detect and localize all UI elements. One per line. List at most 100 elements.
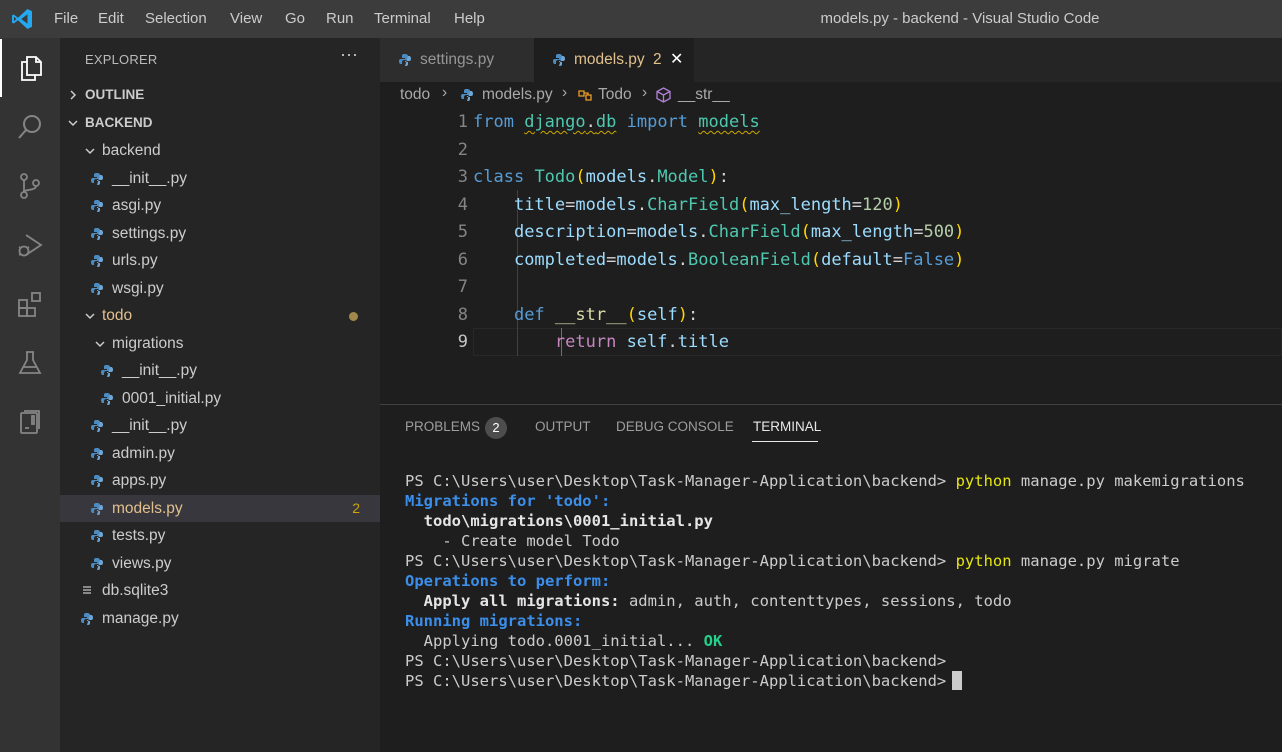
title-bar: File Edit Selection View Go Run Terminal… <box>0 0 1282 38</box>
tab-debug-console[interactable]: DEBUG CONSOLE <box>616 419 734 434</box>
python-file-icon <box>101 365 113 377</box>
tab-problems-badge: 2 <box>653 51 662 68</box>
extensions-icon[interactable] <box>0 275 60 333</box>
file-label: __init__.py <box>122 362 197 379</box>
prompt: PS C:\Users\user\Desktop\Task-Manager-Ap… <box>405 672 947 690</box>
python-file-icon <box>91 283 103 295</box>
code-line: from django.db import models <box>473 112 760 132</box>
line-number: 3 <box>457 167 468 187</box>
problems-badge: 2 <box>352 500 360 516</box>
menu-file[interactable]: File <box>54 0 78 38</box>
backend-section[interactable]: BACKEND <box>60 109 380 136</box>
file-models[interactable]: models.py 2 <box>60 495 380 522</box>
file-manage[interactable]: manage.py <box>60 605 380 632</box>
folder-label: backend <box>102 142 161 159</box>
method-symbol-icon <box>656 87 671 103</box>
code-editor[interactable]: 1 2 3 4 5 6 7 8 9 from django.db import … <box>380 108 1282 404</box>
close-icon[interactable]: ✕ <box>670 38 683 82</box>
problems-count-badge: 2 <box>485 417 507 439</box>
code-line: title=models.CharField(max_length=120) <box>513 195 904 215</box>
file-label: views.py <box>112 555 172 572</box>
line-number: 5 <box>457 222 468 242</box>
breadcrumb-folder[interactable]: todo <box>400 86 430 104</box>
breadcrumb-method[interactable]: __str__ <box>678 86 730 104</box>
terminal-line: Running migrations: <box>405 612 583 630</box>
file-admin[interactable]: admin.py <box>60 440 380 467</box>
menu-view[interactable]: View <box>230 0 262 38</box>
python-file-icon <box>553 54 565 66</box>
menu-terminal[interactable]: Terminal <box>374 0 431 38</box>
run-debug-icon[interactable] <box>0 216 60 274</box>
menu-edit[interactable]: Edit <box>98 0 124 38</box>
command-keyword: python <box>955 472 1012 490</box>
line-number: 8 <box>457 305 468 325</box>
file-label: 0001_initial.py <box>122 390 222 407</box>
file-settings[interactable]: settings.py <box>60 220 380 247</box>
file-init-todo[interactable]: __init__.py <box>60 412 380 439</box>
file-tests[interactable]: tests.py <box>60 522 380 549</box>
line-number: 1 <box>457 112 468 132</box>
explorer-sidebar: EXPLORER ··· OUTLINE BACKEND backend __i… <box>60 38 380 752</box>
testing-icon[interactable] <box>0 334 60 392</box>
file-asgi[interactable]: asgi.py <box>60 192 380 219</box>
tab-terminal[interactable]: TERMINAL <box>753 419 821 434</box>
terminal-line: Migrations for 'todo': <box>405 492 611 510</box>
python-file-icon <box>91 448 103 460</box>
file-urls[interactable]: urls.py <box>60 247 380 274</box>
folder-backend[interactable]: backend <box>60 137 380 164</box>
file-label: manage.py <box>102 610 179 627</box>
folder-todo[interactable]: todo <box>60 302 380 329</box>
folder-migrations[interactable]: migrations <box>60 330 380 357</box>
explorer-title: EXPLORER <box>85 52 158 67</box>
code-line: def __str__(self): <box>513 305 699 325</box>
tab-label: models.py <box>574 51 645 68</box>
file-views[interactable]: views.py <box>60 550 380 577</box>
line-number-current: 9 <box>457 332 468 352</box>
outline-section[interactable]: OUTLINE <box>60 81 380 108</box>
more-actions-icon[interactable]: ··· <box>340 44 358 65</box>
chevron-down-icon <box>92 330 108 357</box>
explorer-icon[interactable] <box>0 39 60 97</box>
python-file-icon <box>91 503 103 515</box>
menu-help[interactable]: Help <box>454 0 485 38</box>
chevron-right-icon <box>65 81 81 108</box>
tab-settings[interactable]: settings.py <box>380 38 534 82</box>
tab-output[interactable]: OUTPUT <box>535 419 591 434</box>
outline-label: OUTLINE <box>85 87 145 102</box>
terminal-line: Operations to perform: <box>405 572 611 590</box>
file-wsgi[interactable]: wsgi.py <box>60 275 380 302</box>
breadcrumb-class[interactable]: Todo <box>598 86 632 104</box>
chevron-down-icon <box>65 109 81 136</box>
chevron-right-icon: › <box>442 84 448 101</box>
python-file-icon <box>91 255 103 267</box>
file-0001-initial[interactable]: 0001_initial.py <box>60 385 380 412</box>
terminal-line: PS C:\Users\user\Desktop\Task-Manager-Ap… <box>405 652 947 670</box>
backend-section-label: BACKEND <box>85 115 153 130</box>
remote-explorer-icon[interactable] <box>0 393 60 451</box>
source-control-icon[interactable] <box>0 157 60 215</box>
chevron-down-icon <box>82 302 98 329</box>
breadcrumb-file[interactable]: models.py <box>482 86 553 104</box>
file-apps[interactable]: apps.py <box>60 467 380 494</box>
code-line: return self.title <box>554 332 729 352</box>
file-init-backend[interactable]: __init__.py <box>60 165 380 192</box>
terminal-line: PS C:\Users\user\Desktop\Task-Manager-Ap… <box>405 671 963 691</box>
python-file-icon <box>91 558 103 570</box>
python-file-icon <box>399 54 411 66</box>
search-icon[interactable] <box>0 98 60 156</box>
line-number: 7 <box>457 277 468 297</box>
tab-problems[interactable]: PROBLEMS <box>405 419 480 434</box>
menu-selection[interactable]: Selection <box>145 0 207 38</box>
file-init-migrations[interactable]: __init__.py <box>60 357 380 384</box>
apply-label: Apply all migrations: <box>405 592 620 610</box>
menu-run[interactable]: Run <box>326 0 354 38</box>
tab-models[interactable]: models.py 2 ✕ <box>534 38 694 82</box>
terminal-line: Apply all migrations: admin, auth, conte… <box>405 591 1012 611</box>
file-label: tests.py <box>112 527 166 544</box>
menu-go[interactable]: Go <box>285 0 305 38</box>
file-db-sqlite3[interactable]: db.sqlite3 <box>60 577 380 604</box>
class-symbol-icon <box>578 90 592 101</box>
terminal-line: todo\migrations\0001_initial.py <box>405 512 713 530</box>
database-file-icon <box>83 586 91 594</box>
file-label: __init__.py <box>112 170 187 187</box>
